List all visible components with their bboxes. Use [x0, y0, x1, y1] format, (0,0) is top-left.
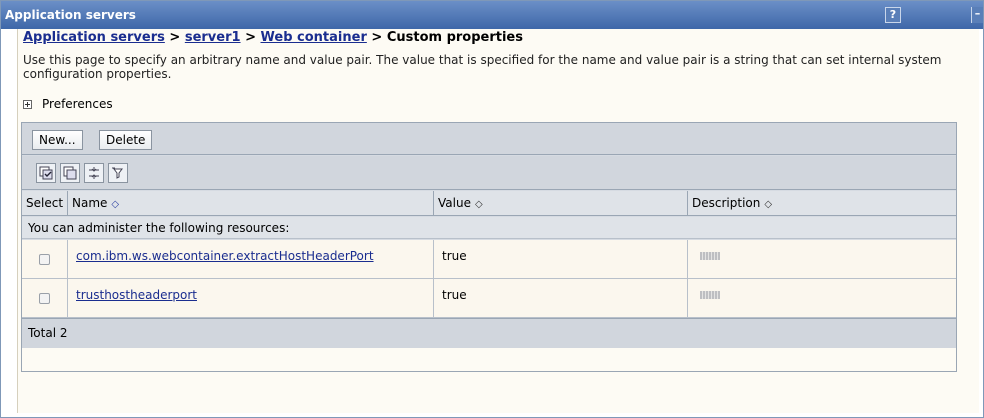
- breadcrumb-current: Custom properties: [386, 30, 523, 45]
- window-title: Application servers: [5, 8, 136, 22]
- breadcrumb: Application servers > server1 > Web cont…: [23, 30, 523, 45]
- column-label: Description: [692, 196, 761, 210]
- breadcrumb-separator: >: [371, 30, 383, 45]
- expand-icon[interactable]: [23, 99, 32, 109]
- column-label: Select: [26, 196, 64, 210]
- breadcrumb-separator: >: [169, 30, 181, 45]
- table-header: Select Name ◇ Value ◇ Description ◇: [22, 191, 956, 216]
- breadcrumb-separator: >: [245, 30, 256, 45]
- description-icon: [700, 291, 720, 299]
- select-cell: [22, 279, 68, 317]
- table-row: com.ibm.ws.webcontainer.extractHostHeade…: [22, 240, 956, 279]
- delete-button[interactable]: Delete: [99, 130, 153, 150]
- table-total: Total 2: [22, 318, 956, 348]
- column-header-select: Select: [22, 191, 68, 216]
- help-icon[interactable]: ?: [885, 7, 901, 23]
- custom-properties-table: New... Delete Select Name ◇ Value ◇ Desc…: [21, 122, 957, 372]
- description-icon: [700, 252, 720, 260]
- select-all-icon[interactable]: [36, 163, 56, 183]
- value-cell: true: [434, 240, 688, 278]
- table-footer-space: [22, 348, 956, 371]
- sort-icon[interactable]: ◇: [764, 199, 772, 210]
- button-bar: New... Delete: [22, 123, 956, 155]
- title-bar: Application servers ? –: [1, 1, 983, 29]
- sort-icon[interactable]: ◇: [475, 199, 483, 210]
- select-cell: [22, 240, 68, 278]
- property-name-link[interactable]: trusthostheaderport: [76, 288, 197, 302]
- sort-icon[interactable]: ◇: [111, 199, 119, 210]
- clear-filter-icon[interactable]: [108, 163, 128, 183]
- column-header-name[interactable]: Name ◇: [68, 191, 434, 216]
- column-label: Value: [438, 196, 471, 210]
- breadcrumb-link-server1[interactable]: server1: [185, 30, 241, 45]
- property-name-link[interactable]: com.ibm.ws.webcontainer.extractHostHeade…: [76, 249, 374, 263]
- name-cell: com.ibm.ws.webcontainer.extractHostHeade…: [68, 240, 434, 278]
- page-description: Use this page to specify an arbitrary na…: [23, 53, 942, 81]
- icon-toolbar: [22, 156, 956, 190]
- deselect-all-icon[interactable]: [60, 163, 80, 183]
- application-servers-window: Application servers ? – Application serv…: [0, 0, 984, 418]
- column-label: Name: [72, 196, 108, 210]
- description-cell: [688, 240, 956, 278]
- column-header-value[interactable]: Value ◇: [434, 191, 688, 216]
- description-cell: [688, 279, 956, 317]
- table-row: trusthostheaderport true: [22, 279, 956, 318]
- column-header-description[interactable]: Description ◇: [688, 191, 956, 216]
- resources-info: You can administer the following resourc…: [22, 217, 956, 239]
- breadcrumb-link-application-servers[interactable]: Application servers: [23, 30, 165, 45]
- row-checkbox[interactable]: [39, 254, 50, 265]
- name-cell: trusthostheaderport: [68, 279, 434, 317]
- new-button[interactable]: New...: [32, 130, 83, 150]
- breadcrumb-link-web-container[interactable]: Web container: [261, 30, 367, 45]
- preferences-toggle[interactable]: Preferences: [23, 97, 113, 111]
- minimize-icon[interactable]: –: [971, 7, 983, 23]
- preferences-label: Preferences: [42, 97, 113, 111]
- value-cell: true: [434, 279, 688, 317]
- show-filter-icon[interactable]: [84, 163, 104, 183]
- row-checkbox[interactable]: [39, 293, 50, 304]
